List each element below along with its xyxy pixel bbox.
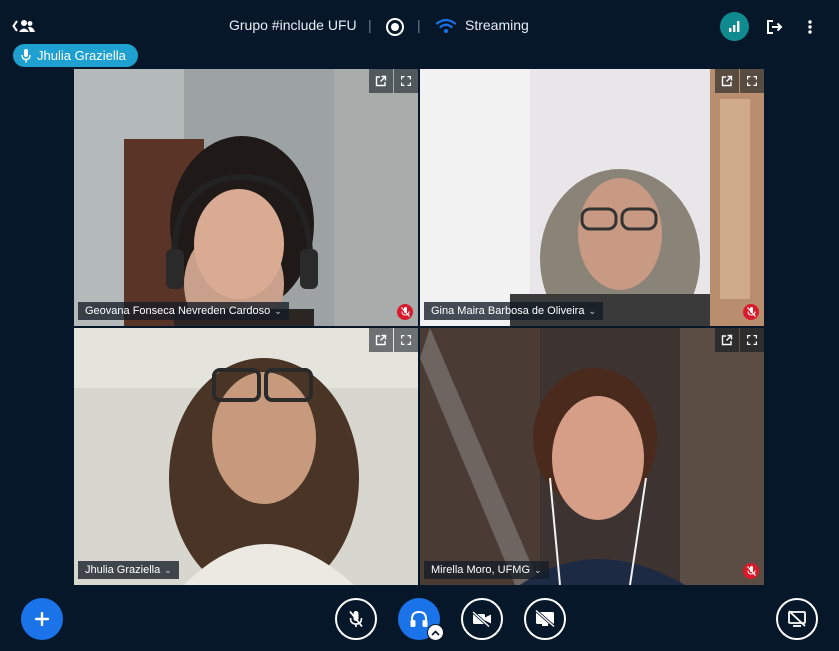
record-separator: | — [417, 17, 421, 33]
chevron-down-icon: ⌄ — [588, 306, 597, 316]
signal-bars-icon — [728, 21, 739, 32]
title-separator: | — [368, 17, 372, 33]
streaming-button[interactable]: Streaming — [465, 17, 529, 33]
microphone-off-icon — [743, 563, 759, 579]
wifi-icon — [436, 18, 456, 33]
headphones-icon — [410, 610, 428, 627]
participant-name: Jhulia Graziella — [85, 564, 161, 576]
external-link-icon[interactable] — [715, 69, 739, 93]
chevron-down-icon: ⌄ — [164, 565, 172, 575]
fullscreen-icon[interactable] — [740, 328, 764, 352]
chevron-down-icon: ⌄ — [534, 565, 542, 575]
participant-name: Geovana Fonseca Nevreden Cardoso — [85, 305, 271, 317]
chevron-down-icon: ⌄ — [274, 306, 282, 316]
meeting-title: Grupo #include UFU — [229, 17, 357, 33]
microphone-icon — [21, 48, 31, 62]
external-link-icon[interactable] — [369, 69, 393, 93]
presentation-off-icon — [788, 610, 806, 627]
video-feed — [420, 328, 764, 585]
external-link-icon[interactable] — [715, 328, 739, 352]
participant-name: Mirella Moro, UFMG — [431, 564, 531, 576]
fullscreen-icon[interactable] — [394, 69, 418, 93]
users-icon — [12, 20, 35, 32]
talking-indicator[interactable]: Jhulia Graziella — [13, 44, 138, 67]
video-feed — [420, 69, 764, 326]
top-bar: Grupo #include UFU | | Streaming — [0, 0, 839, 44]
microphone-off-icon — [743, 304, 759, 320]
screenshare-button[interactable] — [524, 598, 566, 640]
connection-status-button[interactable] — [720, 12, 749, 41]
participant-name-dropdown[interactable]: Mirella Moro, UFMG ⌄ — [424, 561, 549, 579]
video-tile[interactable]: Mirella Moro, UFMG ⌄ — [420, 328, 764, 585]
microphone-off-icon — [349, 610, 363, 628]
external-link-icon[interactable] — [369, 328, 393, 352]
tile-controls — [368, 328, 418, 352]
tile-controls — [714, 69, 764, 93]
video-tile[interactable]: Geovana Fonseca Nevreden Cardoso ⌄ — [74, 69, 418, 326]
chevron-up-icon — [431, 629, 440, 636]
video-tile[interactable]: Gina Maira Barbosa de Oliveira ⌄ — [420, 69, 764, 326]
participant-name-dropdown[interactable]: Geovana Fonseca Nevreden Cardoso ⌄ — [78, 302, 289, 320]
tile-controls — [714, 328, 764, 352]
record-button[interactable] — [386, 18, 404, 36]
participant-name-dropdown[interactable]: Jhulia Graziella ⌄ — [78, 561, 179, 579]
actions-button[interactable] — [21, 598, 63, 640]
participant-name-dropdown[interactable]: Gina Maira Barbosa de Oliveira ⌄ — [424, 302, 604, 320]
presentation-toggle-button[interactable] — [776, 598, 818, 640]
participant-name: Gina Maira Barbosa de Oliveira — [431, 305, 585, 317]
video-feed — [74, 69, 418, 326]
user-list-toggle[interactable] — [12, 16, 38, 36]
video-off-icon — [472, 611, 491, 627]
fullscreen-icon[interactable] — [740, 69, 764, 93]
share-webcam-button[interactable] — [461, 598, 503, 640]
logout-icon[interactable] — [765, 18, 783, 36]
talking-user-name: Jhulia Graziella — [37, 48, 126, 63]
more-vertical-icon[interactable] — [800, 17, 820, 37]
video-tile-active-speaker[interactable]: Jhulia Graziella ⌄ — [74, 328, 418, 585]
screenshare-off-icon — [535, 610, 555, 628]
audio-options-button[interactable] — [427, 624, 444, 641]
fullscreen-icon[interactable] — [394, 328, 418, 352]
video-feed — [74, 328, 418, 585]
unmute-button[interactable] — [335, 598, 377, 640]
tile-controls — [368, 69, 418, 93]
plus-icon — [35, 612, 49, 626]
microphone-off-icon — [397, 304, 413, 320]
